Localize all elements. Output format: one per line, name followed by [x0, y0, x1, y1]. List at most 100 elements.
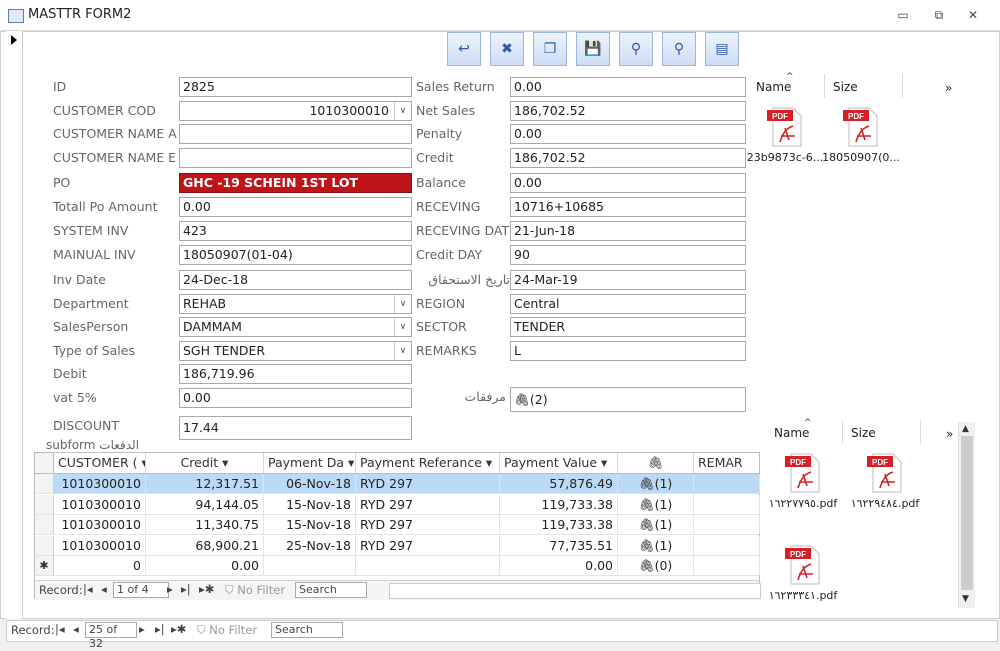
cell-value[interactable]: 119,733.38 — [500, 494, 618, 514]
copy-button[interactable]: ❐ — [533, 32, 567, 66]
cell-att[interactable]: 🖇(1) — [618, 494, 694, 514]
save-button[interactable]: 💾 — [576, 32, 610, 66]
no-filter-button[interactable]: ⛉ No Filter — [197, 623, 257, 638]
row-selector[interactable] — [35, 494, 54, 514]
dropdown-arrow-icon[interactable]: ∨ — [394, 295, 411, 313]
cell-att[interactable]: 🖇(1) — [618, 535, 694, 555]
prev-record-button[interactable]: ◂ — [73, 622, 79, 636]
new-record-row[interactable]: ✱ 0 0.00 0.00 🖇(0) — [35, 556, 760, 576]
cell-credit[interactable]: 12,317.51 — [146, 474, 264, 493]
cell-date[interactable] — [264, 556, 356, 575]
field-input[interactable]: 17.44 — [179, 416, 412, 440]
subform-search-input[interactable]: Search — [295, 582, 367, 598]
field-input[interactable]: 18050907(01-04) — [179, 245, 412, 265]
prev-record-button[interactable]: ◂ — [101, 582, 107, 596]
attachment-file[interactable]: PDF ١٦٢٢٩٤٨٤.pdf — [846, 450, 924, 510]
new-record-button[interactable]: ▸✱ — [199, 582, 214, 596]
cell-remarks[interactable] — [694, 535, 760, 555]
field-input[interactable]: 186,702.52 — [510, 101, 746, 121]
attachment-file[interactable]: PDF 18050907(0... — [822, 104, 900, 164]
next-record-button[interactable]: ▸ — [167, 582, 173, 596]
cell-date[interactable]: 25-Nov-18 — [264, 535, 356, 555]
new-record-button[interactable]: ▸✱ — [171, 622, 186, 636]
field-input[interactable]: 186,719.96 — [179, 364, 412, 384]
field-input[interactable]: 0.00 — [179, 197, 412, 217]
cell-date[interactable]: 15-Nov-18 — [264, 494, 356, 514]
attachment-file[interactable]: PDF 23b9873c-6... — [746, 104, 824, 164]
field-input[interactable]: 0.00 — [510, 77, 746, 97]
field-input[interactable]: 186,702.52 — [510, 148, 746, 168]
table-row[interactable]: 1010300010 68,900.21 25-Nov-18 RYD 297 77,73… — [35, 535, 760, 556]
col-payment-value[interactable]: Payment Value ▾ — [500, 453, 618, 473]
cell-att[interactable]: 🖇(0) — [618, 556, 694, 575]
select-all[interactable] — [35, 453, 54, 473]
field-input[interactable]: 423 — [179, 221, 412, 241]
more-columns-icon[interactable]: » — [946, 427, 953, 441]
cell-customer[interactable]: 1010300010 — [54, 515, 146, 534]
cell-credit[interactable]: 0.00 — [146, 556, 264, 575]
cell-value[interactable]: 77,735.51 — [500, 535, 618, 555]
minimize-button[interactable]: ▭ — [888, 4, 918, 26]
cell-ref[interactable]: RYD 297 — [356, 535, 500, 555]
cell-value[interactable]: 57,876.49 — [500, 474, 618, 493]
record-position-input[interactable]: 1 of 4 — [113, 582, 169, 598]
attachment-file[interactable]: PDF ١٦٢٢٧٧٩٥.pdf — [764, 450, 842, 510]
main-search-input[interactable]: Search — [271, 622, 343, 638]
cell-ref[interactable]: RYD 297 — [356, 515, 500, 534]
record-position-input[interactable]: 25 of 32 — [85, 622, 137, 650]
record-selector[interactable] — [6, 31, 23, 619]
horizontal-scrollbar[interactable] — [389, 583, 761, 599]
field-input[interactable]: 21-Jun-18 — [510, 221, 746, 241]
cell-value[interactable]: 119,733.38 — [500, 515, 618, 534]
field-input[interactable]: 0.00 — [510, 124, 746, 144]
attachment-panel-bottom[interactable]: Name ^ Size » PDF ١٦٢٢٧٧٩٥.pdf PDF ١٦٢٢٩٤٨٤… — [769, 416, 960, 608]
col-remarks[interactable]: REMAR — [694, 453, 760, 473]
cell-ref[interactable]: RYD 297 — [356, 474, 500, 493]
field-input[interactable] — [179, 124, 412, 144]
field-input[interactable]: DAMMAM ∨ — [179, 317, 412, 337]
col-credit[interactable]: Credit ▾ — [146, 453, 264, 473]
exit-button[interactable]: ↩ — [447, 32, 481, 66]
no-filter-button[interactable]: ⛉ No Filter — [225, 583, 285, 598]
column-name[interactable]: Name — [756, 80, 791, 94]
table-row[interactable]: 1010300010 94,144.05 15-Nov-18 RYD 297 119,7… — [35, 494, 760, 515]
cell-date[interactable]: 06-Nov-18 — [264, 474, 356, 493]
field-input[interactable]: 90 — [510, 245, 746, 265]
cell-ref[interactable]: RYD 297 — [356, 494, 500, 514]
field-input[interactable]: 24-Dec-18 — [179, 270, 412, 290]
field-input[interactable]: 2825 — [179, 77, 412, 97]
last-record-button[interactable]: ▸| — [155, 622, 165, 636]
table-row[interactable]: 1010300010 11,340.75 15-Nov-18 RYD 297 119,7… — [35, 515, 760, 535]
field-input[interactable] — [179, 148, 412, 168]
field-input[interactable]: TENDER — [510, 317, 746, 337]
field-input[interactable]: 24-Mar-19 — [510, 270, 746, 290]
next-record-button[interactable]: ▸ — [139, 622, 145, 636]
cell-remarks[interactable] — [694, 556, 760, 575]
attachments-field[interactable]: 🖇(2) — [510, 387, 746, 412]
field-input[interactable]: 1010300010 ∨ — [179, 101, 412, 121]
field-input[interactable]: GHC -19 SCHEIN 1ST LOT — [179, 173, 412, 193]
cell-date[interactable]: 15-Nov-18 — [264, 515, 356, 534]
delete-record-button[interactable]: ✖ — [490, 32, 524, 66]
col-payment-ref[interactable]: Payment Referance ▾ — [356, 453, 500, 473]
cell-credit[interactable]: 68,900.21 — [146, 535, 264, 555]
find-user-button[interactable]: ⚲ — [619, 32, 653, 66]
attachment-file[interactable]: PDF ١٦٢٣٣٣٤١.pdf — [764, 542, 842, 602]
column-size[interactable]: Size — [851, 426, 876, 440]
close-button[interactable]: ✕ — [958, 4, 988, 26]
scroll-thumb[interactable] — [961, 436, 973, 590]
cell-att[interactable]: 🖇(1) — [618, 515, 694, 534]
row-selector[interactable] — [35, 474, 54, 493]
scroll-up-icon[interactable]: ▲ — [962, 424, 969, 434]
field-input[interactable]: 0.00 — [510, 173, 746, 193]
cell-remarks[interactable] — [694, 474, 760, 493]
dropdown-arrow-icon[interactable]: ∨ — [394, 342, 411, 360]
cell-credit[interactable]: 11,340.75 — [146, 515, 264, 534]
cell-remarks[interactable] — [694, 494, 760, 514]
cell-remarks[interactable] — [694, 515, 760, 534]
cell-customer[interactable]: 1010300010 — [54, 535, 146, 555]
field-input[interactable]: Central — [510, 294, 746, 314]
scroll-down-icon[interactable]: ▼ — [962, 594, 969, 604]
restore-button[interactable]: ⧉ — [924, 4, 954, 26]
more-columns-icon[interactable]: » — [945, 81, 952, 95]
